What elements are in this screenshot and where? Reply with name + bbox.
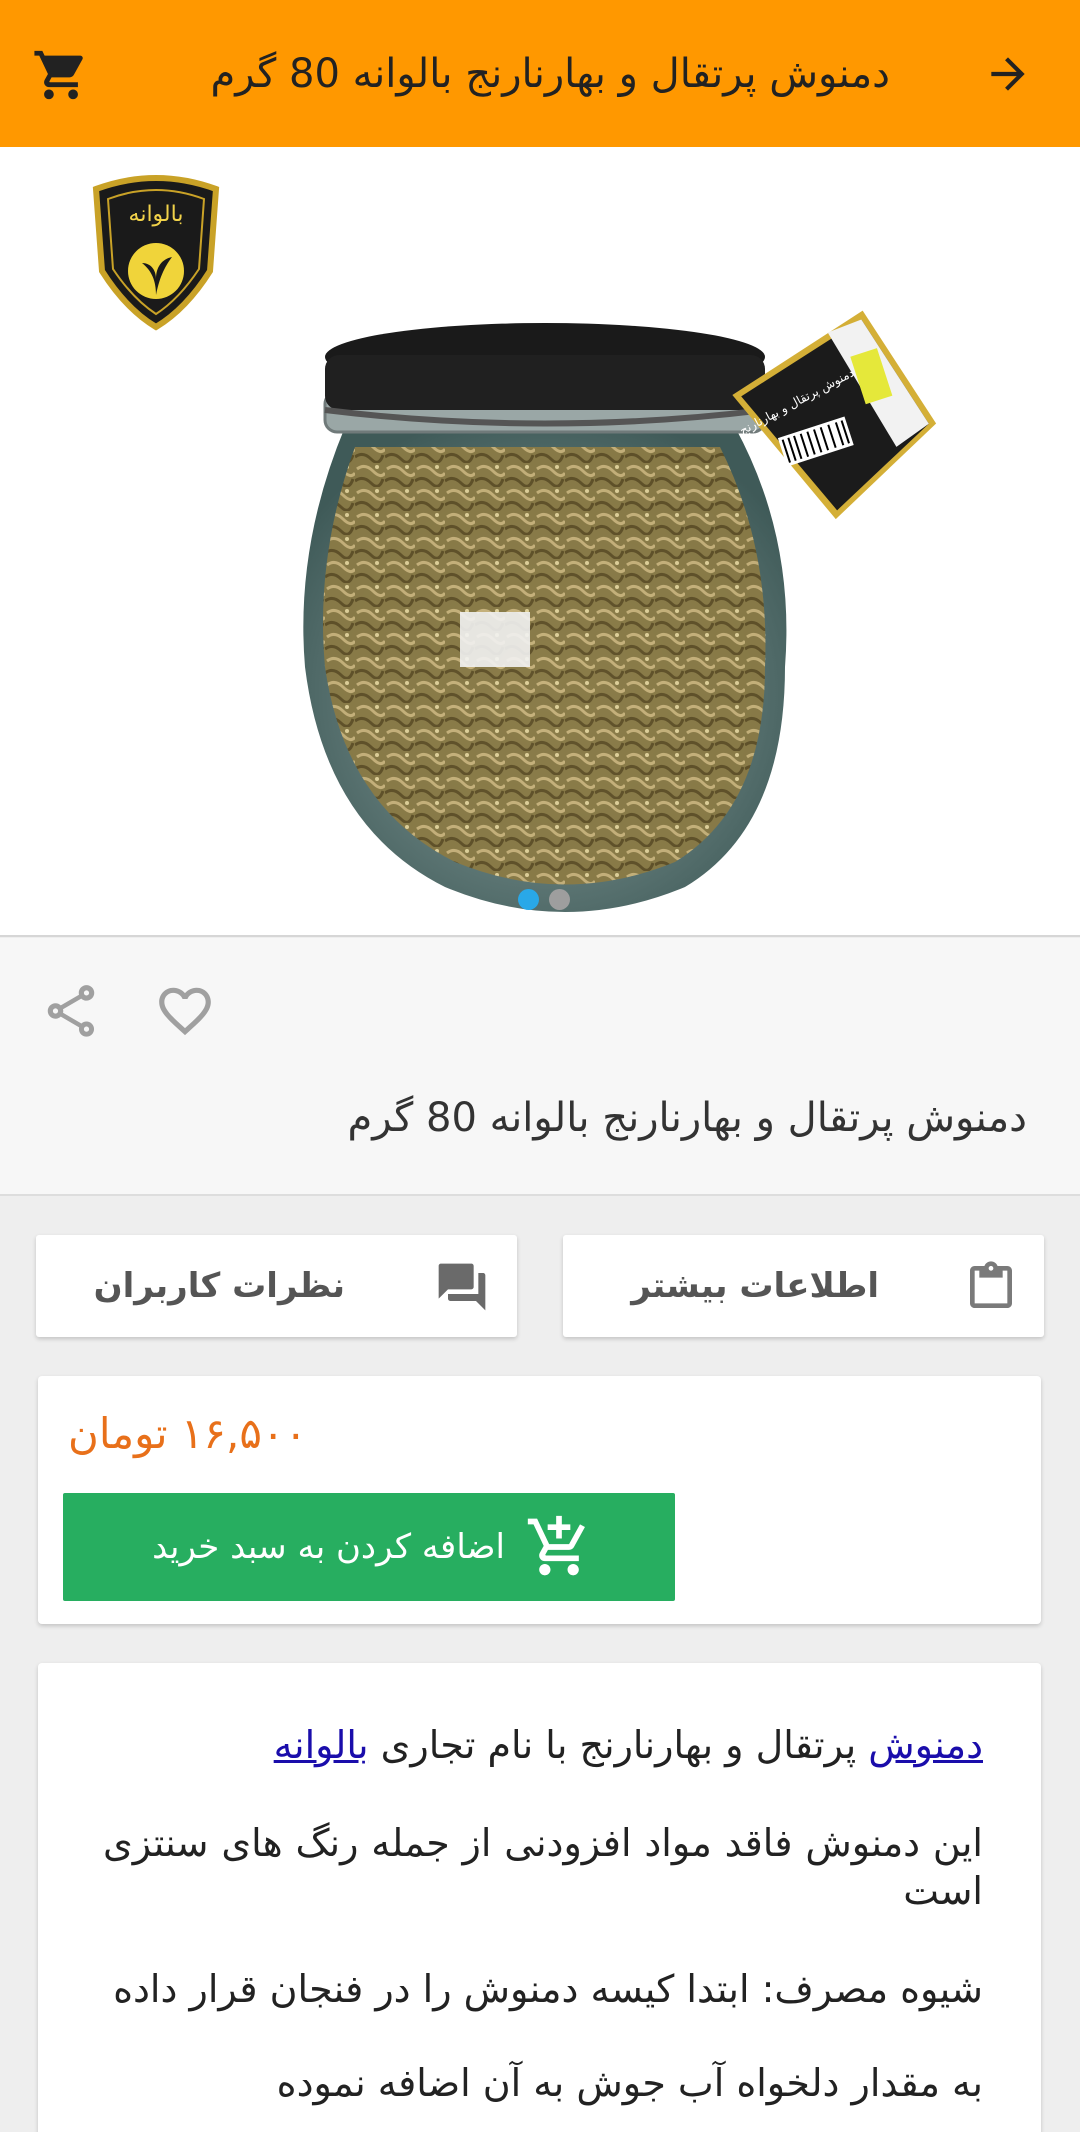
product-info: دمنوش پرتقال و بهارنارنج بالوانه 80 گرم: [0, 938, 1080, 1196]
share-icon: [47, 985, 95, 1037]
reviews-button[interactable]: نظرات کاربران: [36, 1235, 517, 1337]
page-title: دمنوش پرتقال و بهارنارنج بالوانه 80 گرم: [210, 51, 890, 97]
description-card: دمنوش پرتقال و بهارنارنج با نام تجاری با…: [38, 1663, 1041, 2132]
brand-logo: بالوانه: [92, 175, 220, 331]
description-paragraph-3: شیوه مصرف: ابتدا کیسه دمنوش را در فنجان …: [113, 1967, 983, 2011]
cart-icon: [34, 50, 83, 100]
price-label: ۱۶,۵۰۰ تومان: [68, 1409, 308, 1458]
price-card: ۱۶,۵۰۰ تومان اضافه کردن به سبد خرید: [38, 1376, 1041, 1624]
app-bar: دمنوش پرتقال و بهارنارنج بالوانه 80 گرم: [0, 0, 1080, 147]
arrow-forward-icon: [991, 57, 1025, 91]
back-button[interactable]: [978, 44, 1038, 104]
slide-dot-2[interactable]: [549, 889, 570, 910]
favorite-button[interactable]: [154, 980, 216, 1042]
add-to-cart-button[interactable]: اضافه کردن به سبد خرید: [63, 1493, 675, 1601]
description-paragraph-4: به مقدار دلخواه آب جوش به آن اضافه نموده: [276, 2061, 983, 2105]
description-link-damnoosh[interactable]: دمنوش: [868, 1723, 983, 1767]
add-shopping-cart-icon: [527, 1515, 585, 1576]
forum-icon: [438, 1263, 486, 1311]
reviews-label: نظرات کاربران: [93, 1266, 345, 1306]
brand-logo-text: بالوانه: [129, 202, 184, 227]
description-link-brand[interactable]: بالوانه: [274, 1723, 369, 1767]
description-line-1: دمنوش پرتقال و بهارنارنج با نام تجاری با…: [103, 1721, 983, 1769]
slide-dot-1[interactable]: [518, 889, 539, 910]
product-name: دمنوش پرتقال و بهارنارنج بالوانه 80 گرم: [347, 1095, 1027, 1141]
description-line-1-text: پرتقال و بهارنارنج با نام تجاری: [368, 1723, 869, 1767]
heart-outline-icon: [159, 987, 211, 1036]
add-to-cart-label: اضافه کردن به سبد خرید: [152, 1527, 505, 1567]
more-info-label: اطلاعات بیشتر: [631, 1266, 879, 1306]
cart-button[interactable]: [28, 42, 94, 108]
slide-indicator: [518, 889, 570, 910]
description-paragraph-2: این دمنوش فاقد مواد افزودنی از جمله رنگ …: [103, 1821, 983, 1913]
more-info-button[interactable]: اطلاعات بیشتر: [563, 1235, 1044, 1337]
share-button[interactable]: [40, 980, 102, 1042]
product-image: دمنوش پرتقال و بهارنارنج: [303, 310, 937, 912]
clipboard-icon: [970, 1261, 1012, 1308]
product-gallery[interactable]: بالوانه دمنوش پرتقال و بهارنارنج: [0, 147, 1080, 937]
